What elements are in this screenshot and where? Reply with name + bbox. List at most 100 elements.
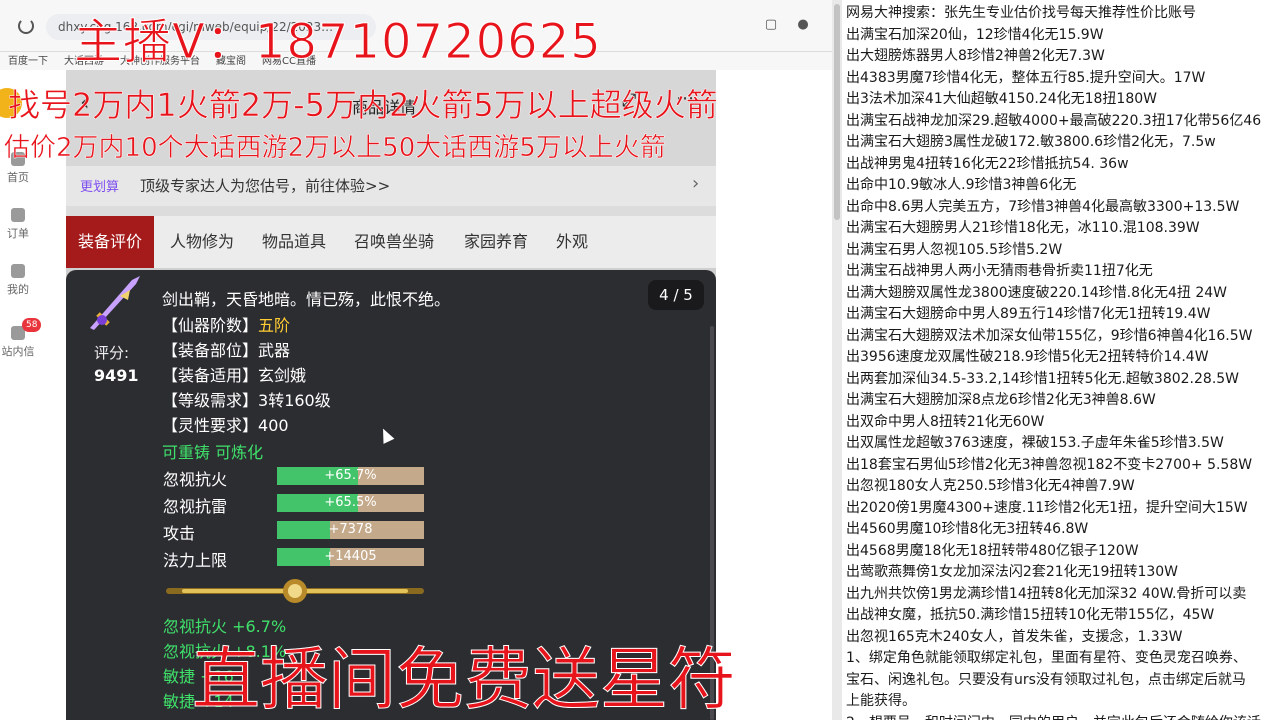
listing-line: 出两套加深仙34.5-33.2,14珍惜1扭转5化无.超敏3802.28.5W: [846, 370, 1240, 387]
nav-messages-label: 站内信: [1, 345, 35, 358]
nav-messages[interactable]: 58 站内信: [0, 318, 42, 359]
pane-scrollbar[interactable]: [832, 0, 842, 720]
orders-icon: [11, 208, 25, 222]
attribute-value: 400: [258, 416, 289, 435]
bookmark-item[interactable]: 百度一下: [8, 52, 48, 70]
promo-tag: 更划算: [80, 180, 120, 195]
listing-line: 出战神女魔，抵抗50.满珍惜15扭转10化无带155亿，45W: [846, 607, 1215, 623]
stat-bar: +65.5%: [277, 494, 424, 512]
item-detail-page: ‹ 商品详情 ⤢ ⋯ 更划算 顶级专家达人为您估号，前往体验>> › 装备评价 …: [66, 70, 716, 720]
attribute-row: 【仙器阶数】五阶: [162, 312, 290, 336]
listing-line: 出4383男魔7珍惜4化无，整体五行85.提升空间大。17W: [846, 69, 1206, 86]
stat-bar: +65.7%: [277, 467, 424, 485]
listing-line: 出命中10.9敏冰人.9珍惜3神兽6化无: [846, 177, 1077, 193]
screen: dhxy.cbg.163.com/cgi/mweb/equip/22/2023……: [0, 0, 1280, 720]
stat-value: +14405: [324, 549, 377, 564]
chevron-right-icon: ›: [692, 173, 700, 194]
tab-home[interactable]: 家园养育: [464, 216, 528, 268]
attribute-value: 玄剑娥: [258, 366, 307, 385]
listing-line: 出2020傍1男魔4300+速度.11珍惜2化无1扭，提升空间大15W: [846, 499, 1248, 516]
listing-panel: 网易大神搜索：张先生专业估价找号每天推荐性价比账号 出满宝石加深20仙，12珍惜4…: [842, 0, 1280, 720]
stat-bar: +7378: [277, 521, 424, 539]
item-flavor-text: 剑出鞘，天昏地暗。情已殇，此恨不绝。: [162, 290, 451, 309]
listing-line: 出战神男鬼4扭转16化无22珍惜抵抗54. 36w: [846, 155, 1129, 172]
listing-line: 出满宝石大翅膀加深8点龙6珍惜2化无3神兽8.6W: [846, 392, 1156, 408]
attribute-value: 五阶: [258, 316, 291, 335]
stat-bar: +14405: [277, 548, 424, 566]
listing-line: 出满大翅膀双属性龙3800速度破220.14珍惜.8化无4扭 24W: [846, 284, 1227, 301]
attribute-key: 【装备适用】: [162, 366, 259, 385]
listing-line: 出满宝石战神男人两小无猜雨巷骨折卖11扭7化无: [846, 263, 1153, 279]
nav-mine[interactable]: 我的: [0, 264, 36, 297]
scrollbar-thumb[interactable]: [834, 4, 840, 220]
unread-badge: 58: [22, 318, 42, 332]
listing-line: 出满宝石大翅膀命中男人89五行14珍惜7化无1扭转19.4W: [846, 306, 1211, 322]
listing-line: 出命中8.6男人完美五方，7珍惜3神兽4化最高敏3300+13.5W: [846, 198, 1240, 215]
nav-home-label: 首页: [7, 171, 29, 184]
tab-appearance[interactable]: 外观: [556, 216, 588, 268]
score-label: 评分:: [94, 344, 130, 362]
attribute-value: 3转160级: [258, 391, 331, 410]
stat-label: 法力上限: [163, 551, 228, 570]
listing-line: 出莺歌燕舞傍1女龙加深法闪2套21化无19扭转130W: [846, 564, 1179, 580]
attribute-row: 【等级需求】3转160级: [162, 387, 331, 411]
listing-line: 出忽视165克木240女人，首发朱雀，支援念，1.33W: [846, 628, 1183, 645]
stat-label: 攻击: [163, 524, 196, 543]
stat-label: 忽视抗雷: [163, 497, 228, 516]
listing-line: 出满宝石男人忽视105.5珍惜5.2W: [846, 241, 1063, 258]
streamer-contact-overlay: 主播V：18710720625: [74, 14, 602, 71]
listing-line: 出满宝石加深20仙，12珍惜4化无15.9W: [846, 26, 1104, 43]
listing-line: 出18套宝石男仙5珍惜2化无3神兽忽视182不变卡2700+ 5.58W: [846, 456, 1253, 473]
listing-line: 出忽视180女人克250.5珍惜3化无4神兽7.9W: [846, 478, 1135, 494]
nav-orders[interactable]: 订单: [0, 208, 36, 241]
attribute-value: 武器: [258, 341, 291, 360]
listing-line: 出满宝石战神龙加深29.超敏4000+最高破220.3扭17化带56亿46: [846, 112, 1262, 129]
attribute-key: 【灵性要求】: [162, 416, 259, 435]
nav-orders-label: 订单: [7, 227, 29, 240]
listing-line: 网易大神搜索：张先生专业估价找号每天推荐性价比账号: [846, 5, 1196, 21]
listing-line: 出双属性龙超敏3763速度，裸破153.子虚年朱雀5珍惜3.5W: [846, 435, 1224, 451]
attribute-row: 【灵性要求】400: [162, 412, 289, 436]
appraisal-overlay: 估价2万内10个大话西游2万以上50大话西游5万以上火箭: [4, 133, 666, 164]
listing-line: 出满宝石大翅膀双法术加深女仙带155亿，9珍惜6神兽4化16.5W: [846, 327, 1253, 344]
ornament-divider-icon: [166, 579, 424, 603]
listing-line: 1、绑定角色就能领取绑定礼包，里面有星符、变色灵宠召唤券、: [846, 650, 1247, 666]
stat-value: +65.5%: [324, 495, 377, 510]
pricing-overlay: 找号2万内1火箭2万-5万内2火箭5万以上超级火箭: [8, 86, 718, 125]
tab-cultivation[interactable]: 人物修为: [170, 216, 234, 268]
attribute-row: 【装备适用】玄剑娥: [162, 362, 306, 386]
nav-mine-label: 我的: [7, 283, 29, 296]
stat-label: 忽视抗火: [163, 470, 228, 489]
tab-equipment[interactable]: 装备评价: [66, 216, 155, 268]
recast-status: 可重铸 可炼化: [162, 443, 264, 462]
attribute-key: 【等级需求】: [162, 391, 259, 410]
promo-overlay: 直播间免费送星符: [191, 641, 737, 720]
extensions-icon[interactable]: ▢: [762, 16, 780, 34]
listing-line: 上能获得。: [846, 693, 916, 709]
listing-line: 出满宝石大翅膀男人21珍惜18化无，冰110.混108.39W: [846, 220, 1200, 236]
weapon-icon: [90, 276, 140, 330]
promo-banner[interactable]: 更划算 顶级专家达人为您估号，前往体验>> ›: [66, 166, 716, 206]
profile-icon[interactable]: ●: [794, 16, 812, 34]
reload-icon[interactable]: [18, 18, 34, 34]
listing-line: 出3法术加深41大仙超敏4150.24化无18扭180W: [846, 91, 1157, 107]
listing-line: 出4568男魔18化无18扭转带480亿银子120W: [846, 542, 1139, 559]
listing-line: 出满宝石大翅膀3属性龙破172.敏3800.6珍惜2化无，7.5w: [846, 134, 1216, 150]
listing-line: 出九州共饮傍1男龙满珍惜14扭转8化无加深32 40W.骨折可以卖: [846, 585, 1247, 602]
attribute-key: 【装备部位】: [162, 341, 259, 360]
stat-value: +65.7%: [324, 468, 377, 483]
tab-items[interactable]: 物品道具: [262, 216, 326, 268]
score-value: 9491: [94, 366, 139, 385]
listing-line: 出3956速度龙双属性破218.9珍惜5化无2扭转特价14.4W: [846, 349, 1209, 365]
listing-line: 2、想要号、和时间门内，同内的用户，并定此包后还会随给你该话: [846, 712, 1261, 720]
listing-line: 宝石、闲逸礼包。只要没有urs没有领取过礼包，点击绑定后就马: [846, 671, 1246, 688]
listing-line: 出双命中男人8扭转21化无60W: [846, 413, 1045, 430]
attribute-key: 【仙器阶数】: [162, 316, 259, 335]
user-icon: [11, 264, 25, 278]
listing-line: 出4560男魔10珍惜8化无3扭转46.8W: [846, 521, 1089, 537]
tab-pets[interactable]: 召唤兽坐骑: [354, 216, 434, 268]
promo-text: 顶级专家达人为您估号，前往体验>>: [140, 177, 391, 195]
attribute-row: 【装备部位】武器: [162, 337, 290, 361]
image-counter: 4 / 5: [648, 280, 704, 310]
stat-value: +7378: [328, 522, 373, 537]
